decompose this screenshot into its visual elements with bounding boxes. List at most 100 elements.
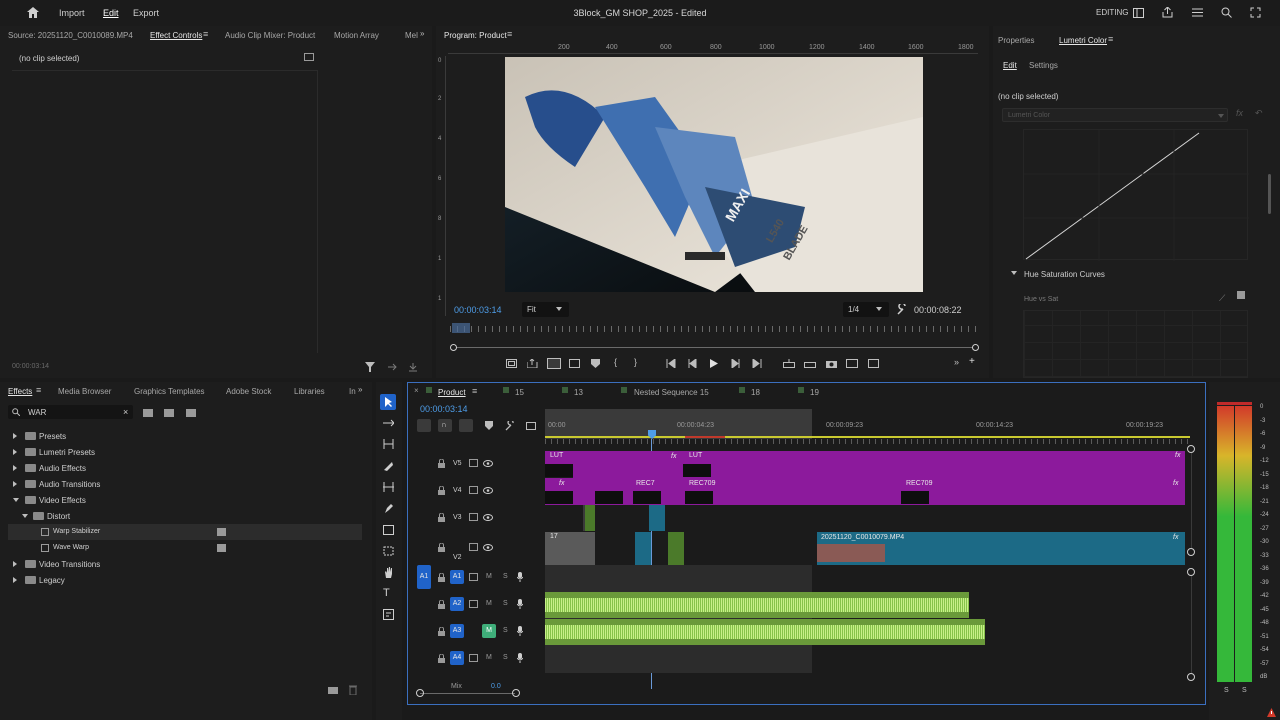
track-label-a2[interactable]: A2 <box>450 597 464 611</box>
lock-icon[interactable] <box>438 459 445 468</box>
lock-icon[interactable] <box>438 513 445 522</box>
fx-toggle-icon[interactable]: fx <box>1236 108 1243 118</box>
solo-right-button[interactable]: S <box>1242 687 1247 694</box>
rgb-curves-graph[interactable] <box>1023 129 1249 261</box>
clear-search-icon[interactable]: × <box>123 407 128 417</box>
eyedropper-icon[interactable]: ⟋ <box>1219 293 1225 304</box>
mute-button[interactable]: M <box>486 600 492 607</box>
toggle-sync-lock-icon[interactable] <box>469 654 478 662</box>
mic-icon[interactable] <box>517 599 523 609</box>
resolution-select[interactable]: 1/4 <box>843 302 889 317</box>
text-caption-icon[interactable] <box>383 609 394 620</box>
eye-icon[interactable] <box>483 514 493 521</box>
scroll-track[interactable] <box>1191 453 1192 548</box>
hue-vs-sat-graph[interactable] <box>1023 310 1248 378</box>
scroll-handle[interactable] <box>1187 548 1195 556</box>
clip-v3-b[interactable] <box>585 505 595 531</box>
chevron-down-icon[interactable] <box>1011 271 1017 275</box>
eye-icon[interactable] <box>483 487 493 494</box>
mic-icon[interactable] <box>517 626 523 636</box>
program-menu-icon[interactable]: ≡ <box>507 29 512 39</box>
export-icon[interactable] <box>408 362 418 372</box>
tab-13[interactable]: 13 <box>574 388 583 397</box>
scroll-handle[interactable] <box>1187 673 1195 681</box>
tree-item-audio-effects[interactable]: Audio Effects <box>0 460 362 476</box>
track-label-a1[interactable]: A1 <box>450 570 464 584</box>
hue-sat-section-title[interactable]: Hue Saturation Curves <box>1024 270 1105 279</box>
remix-icon[interactable] <box>383 546 394 556</box>
solo-button[interactable]: S <box>503 600 508 607</box>
nest-toggle-button[interactable] <box>417 419 431 432</box>
selection-tool[interactable] <box>380 394 396 410</box>
workspace-label[interactable]: EDITING <box>1096 8 1128 17</box>
clip-v2-b[interactable] <box>635 532 651 565</box>
32bit-effects-icon[interactable] <box>164 408 174 417</box>
lumetri-effect-select[interactable]: Lumetri Color <box>1002 108 1228 122</box>
search-icon[interactable] <box>1221 7 1232 18</box>
scroll-track[interactable] <box>1191 576 1192 673</box>
warning-icon[interactable] <box>1267 708 1276 717</box>
tab-19[interactable]: 19 <box>810 388 819 397</box>
tab-graphics-templates[interactable]: Graphics Templates <box>134 387 205 396</box>
camera-icon[interactable] <box>826 359 837 368</box>
tab-mel[interactable]: Mel <box>405 31 418 40</box>
toggle-sync-lock-icon[interactable] <box>469 459 478 467</box>
button-editor-icon[interactable]: + <box>969 356 975 367</box>
tab-libraries[interactable]: Libraries <box>294 387 325 396</box>
tab-product[interactable]: Product <box>438 388 466 397</box>
tree-item-video-transitions[interactable]: Video Transitions <box>0 556 362 572</box>
vr-icon[interactable] <box>868 359 879 368</box>
tab-properties[interactable]: Properties <box>998 36 1034 45</box>
lock-icon[interactable] <box>438 543 445 552</box>
go-to-in-icon[interactable] <box>666 359 676 368</box>
filter-icon[interactable] <box>365 362 375 372</box>
playhead-marker[interactable] <box>452 323 470 333</box>
wrench-icon[interactable] <box>505 421 515 431</box>
toggle-sync-lock-icon[interactable] <box>469 513 478 521</box>
overwrite-icon[interactable] <box>846 359 858 368</box>
timeline-menu-icon[interactable]: ≡ <box>472 386 477 396</box>
tab-motion-array[interactable]: Motion Array <box>334 31 379 40</box>
tree-item-presets[interactable]: Presets <box>0 428 362 444</box>
ripple-edit-icon[interactable] <box>383 439 394 449</box>
solo-button[interactable]: S <box>503 627 508 634</box>
solo-left-button[interactable]: S <box>1224 687 1229 694</box>
lock-icon[interactable] <box>438 573 445 582</box>
export-frame-icon[interactable] <box>527 359 538 368</box>
tab-15[interactable]: 15 <box>515 388 524 397</box>
tree-item-lumetri-presets[interactable]: Lumetri Presets <box>0 444 362 460</box>
effects-menu-icon[interactable]: ≡ <box>36 385 41 395</box>
timeline-zoom-bar[interactable] <box>420 693 515 694</box>
mute-button-active[interactable]: M <box>482 624 496 638</box>
scroll-handle[interactable] <box>1187 568 1195 576</box>
captions-icon[interactable] <box>526 422 536 430</box>
quick-menu-icon[interactable] <box>1192 8 1203 17</box>
eye-icon[interactable] <box>483 460 493 467</box>
snap-button[interactable]: ∩ <box>438 419 452 432</box>
play-icon[interactable] <box>709 359 718 368</box>
mark-out-icon[interactable]: } <box>634 357 637 367</box>
fullscreen-icon[interactable] <box>1250 7 1261 18</box>
program-timecode[interactable]: 00:00:03:14 <box>454 305 502 315</box>
checkbox-icon[interactable] <box>1237 291 1245 299</box>
toggle-sync-lock-icon[interactable] <box>469 600 478 608</box>
toggle-sync-lock-icon[interactable] <box>469 573 478 581</box>
tab-program[interactable]: Program: Product <box>444 31 507 40</box>
multicam-icon[interactable] <box>547 358 561 369</box>
pen-icon[interactable] <box>383 503 394 513</box>
tab-effects[interactable]: Effects <box>8 387 32 396</box>
eye-icon[interactable] <box>483 544 493 551</box>
panel-overflow-icon[interactable]: » <box>420 29 424 38</box>
timeline-view-icon[interactable] <box>304 53 314 61</box>
toggle-sync-lock-icon[interactable] <box>469 486 478 494</box>
new-bin-icon[interactable] <box>328 686 338 694</box>
effects-search-field[interactable]: WAR × <box>8 405 133 419</box>
tree-item-video-effects[interactable]: Video Effects <box>0 492 362 508</box>
tab-18[interactable]: 18 <box>751 388 760 397</box>
razor-icon[interactable] <box>383 461 394 471</box>
clip-audio-a2[interactable] <box>545 592 969 618</box>
play-audio-icon[interactable] <box>387 362 397 372</box>
lock-icon[interactable] <box>438 654 445 663</box>
tree-item-wave-warp[interactable]: Wave Warp <box>8 540 362 556</box>
solo-button[interactable]: S <box>503 654 508 661</box>
